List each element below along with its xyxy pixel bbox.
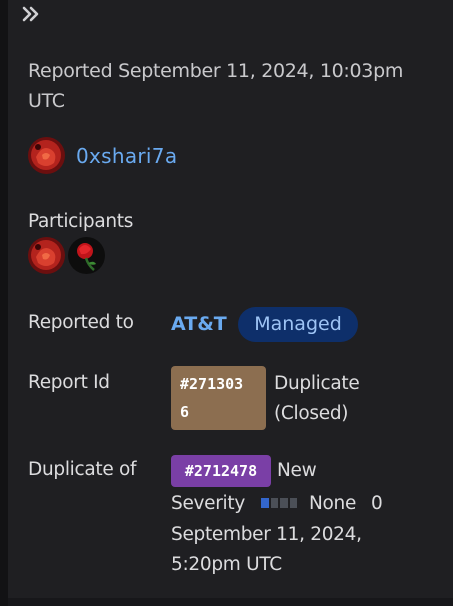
report-id-badge[interactable]: #271303 6 (171, 366, 266, 430)
left-edge-strip (0, 0, 8, 606)
severity-meter-segment-2 (270, 498, 278, 508)
reported-to-label: Reported to (28, 312, 134, 333)
report-status-line1: Duplicate (274, 373, 360, 394)
duplicate-of-label: Duplicate of (28, 459, 137, 480)
severity-score: 0 (371, 493, 383, 514)
severity-meter-segment-3 (280, 498, 288, 508)
severity-meter (261, 498, 297, 508)
report-id-label: Report Id (28, 372, 110, 393)
reporter-avatar[interactable] (28, 137, 65, 174)
report-id-badge-line2: 6 (180, 403, 190, 421)
severity-meter-segment-4 (289, 498, 297, 508)
duplicate-state: New (277, 460, 317, 481)
panel-footer-edge (8, 598, 453, 606)
reported-to-org-link[interactable]: AT&T (171, 310, 227, 338)
reported-timestamp: Reported September 11, 2024, 10:03pm UTC (28, 56, 438, 116)
reported-timestamp-line1: Reported September 11, 2024, 10:03pm (28, 60, 404, 82)
participants-label: Participants (28, 211, 134, 232)
report-status-line2: (Closed) (274, 403, 349, 424)
double-chevron-right-icon[interactable] (20, 2, 44, 26)
participant-avatar-2[interactable] (68, 237, 105, 274)
reported-timestamp-line2: UTC (28, 90, 65, 112)
reporter-username-link[interactable]: 0xshari7a (76, 142, 177, 170)
participant-avatar-1[interactable] (28, 237, 65, 274)
report-status: Duplicate (Closed) (274, 369, 360, 429)
managed-badge: Managed (238, 307, 358, 342)
duplicate-date-line2: 5:20pm UTC (171, 554, 282, 575)
duplicate-date-line1: September 11, 2024, (171, 524, 362, 545)
duplicate-report-badge[interactable]: #2712478 (171, 455, 271, 487)
severity-label: Severity (171, 493, 246, 514)
report-id-badge-line1: #271303 (180, 375, 244, 393)
severity-value: None (309, 493, 357, 514)
severity-meter-segment-1 (261, 498, 269, 508)
